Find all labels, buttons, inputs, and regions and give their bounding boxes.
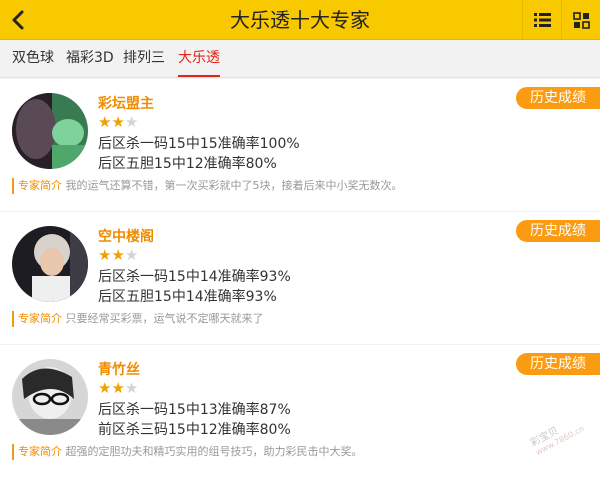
expert-name: 青竹丝 bbox=[98, 362, 140, 378]
tab-pailie3[interactable]: 排列三 bbox=[123, 40, 165, 77]
history-button[interactable]: 历史成绩 bbox=[516, 87, 600, 109]
avatar bbox=[12, 359, 88, 435]
intro-text: 我的运气还算不错，第一次买彩就中了5块，接着后来中小奖无数次。 bbox=[65, 179, 403, 192]
stat-line: 后区五胆15中12准确率80% bbox=[98, 156, 277, 172]
star-icon: ★ bbox=[98, 379, 112, 397]
history-button[interactable]: 历史成绩 bbox=[516, 353, 600, 375]
expert-intro: 专家简介 只要经常买彩票，运气说不定哪天就来了 bbox=[12, 311, 264, 327]
list-icon bbox=[534, 13, 551, 27]
grid-icon bbox=[573, 12, 590, 29]
tab-fucai3d[interactable]: 福彩3D bbox=[66, 40, 114, 77]
tab-shuangseqiu[interactable]: 双色球 bbox=[12, 40, 54, 77]
star-icon: ★ bbox=[124, 113, 139, 131]
star-icon: ★ bbox=[124, 379, 139, 397]
rating-stars: ★★★ bbox=[98, 378, 139, 397]
star-icon: ★ bbox=[111, 379, 125, 397]
lottery-tabs: 双色球 福彩3D 排列三 大乐透 bbox=[0, 40, 600, 78]
intro-text: 只要经常买彩票，运气说不定哪天就来了 bbox=[65, 312, 264, 325]
grid-view-button[interactable] bbox=[561, 0, 600, 40]
star-icon: ★ bbox=[124, 246, 139, 264]
avatar bbox=[12, 93, 88, 169]
list-view-button[interactable] bbox=[522, 0, 561, 40]
stat-line: 后区杀一码15中13准确率87% bbox=[98, 402, 291, 418]
intro-label: 专家简介 bbox=[18, 179, 62, 192]
intro-label: 专家简介 bbox=[18, 312, 62, 325]
tab-daletou[interactable]: 大乐透 bbox=[178, 40, 220, 77]
back-button[interactable] bbox=[0, 0, 40, 40]
expert-card[interactable]: 彩坛盟主 ★★★ 后区杀一码15中15准确率100% 后区五胆15中12准确率8… bbox=[0, 79, 600, 211]
expert-card[interactable]: 空中楼阁 ★★★ 后区杀一码15中14准确率93% 后区五胆15中14准确率93… bbox=[0, 212, 600, 344]
expert-intro: 专家简介 超强的定胆功夫和精巧实用的组号技巧，助力彩民击中大奖。 bbox=[12, 444, 363, 460]
star-icon: ★ bbox=[98, 246, 112, 264]
stat-line: 前区杀三码15中12准确率80% bbox=[98, 422, 291, 438]
app-header: 大乐透十大专家 bbox=[0, 0, 600, 40]
intro-label: 专家简介 bbox=[18, 445, 62, 458]
expert-name: 空中楼阁 bbox=[98, 229, 154, 245]
expert-name: 彩坛盟主 bbox=[98, 96, 154, 112]
stat-line: 后区杀一码15中14准确率93% bbox=[98, 269, 291, 285]
stat-line: 后区杀一码15中15准确率100% bbox=[98, 136, 300, 152]
chevron-left-icon bbox=[12, 10, 24, 30]
stat-line: 后区五胆15中14准确率93% bbox=[98, 289, 277, 305]
star-icon: ★ bbox=[111, 246, 125, 264]
intro-text: 超强的定胆功夫和精巧实用的组号技巧，助力彩民击中大奖。 bbox=[65, 445, 363, 458]
rating-stars: ★★★ bbox=[98, 112, 139, 131]
star-icon: ★ bbox=[111, 113, 125, 131]
star-icon: ★ bbox=[98, 113, 112, 131]
expert-intro: 专家简介 我的运气还算不错，第一次买彩就中了5块，接着后来中小奖无数次。 bbox=[12, 178, 403, 194]
page-title: 大乐透十大专家 bbox=[230, 8, 370, 32]
rating-stars: ★★★ bbox=[98, 245, 139, 264]
avatar bbox=[12, 226, 88, 302]
history-button[interactable]: 历史成绩 bbox=[516, 220, 600, 242]
expert-card[interactable]: 青竹丝 ★★★ 后区杀一码15中13准确率87% 前区杀三码15中12准确率80… bbox=[0, 345, 600, 477]
